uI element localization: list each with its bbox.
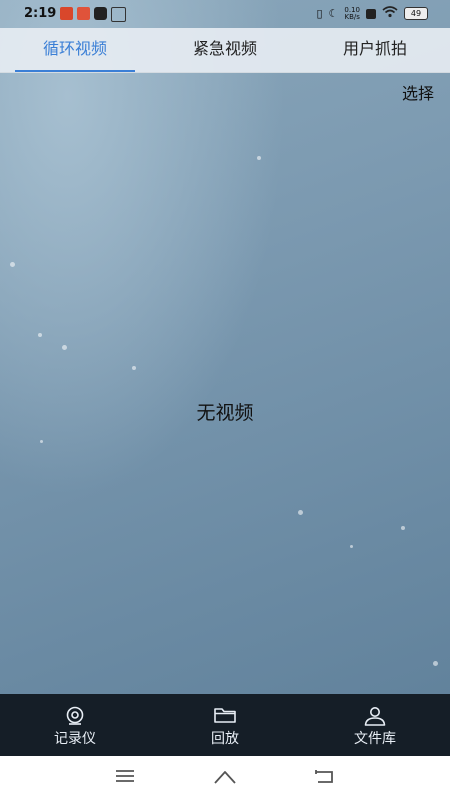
network-speed: 0.10 KB/s	[344, 6, 360, 21]
tab-user-snapshot[interactable]: 用户抓拍	[300, 28, 450, 72]
wifi-icon	[382, 6, 398, 21]
notification-icons	[60, 7, 126, 22]
home-icon[interactable]	[213, 768, 237, 790]
vibrate-icon: ▯	[316, 7, 323, 20]
tab-emergency-video[interactable]: 紧急视频	[150, 28, 300, 72]
particle	[38, 333, 42, 337]
select-button[interactable]: 选择	[402, 80, 434, 104]
status-bar: 2:19 ▯ ☾ 0.10 KB/s 49	[0, 0, 450, 28]
bottom-navigation: 记录仪 回放 文件库	[0, 694, 450, 756]
tiktok-icon	[111, 7, 126, 22]
battery-indicator: 49	[404, 7, 428, 20]
app-notification-icon	[77, 7, 90, 20]
tab-loop-video[interactable]: 循环视频	[0, 28, 150, 72]
nav-playback[interactable]: 回放	[150, 694, 300, 756]
sim-icon	[366, 8, 376, 19]
particle	[132, 366, 136, 370]
nav-file-library[interactable]: 文件库	[300, 694, 450, 756]
particle	[433, 661, 438, 666]
user-icon	[363, 706, 387, 730]
do-not-disturb-icon: ☾	[328, 7, 339, 20]
particle	[401, 526, 405, 530]
particle	[10, 262, 15, 267]
network-speed-unit: KB/s	[344, 12, 360, 21]
menu-icon[interactable]	[115, 768, 135, 788]
particle	[298, 510, 303, 515]
empty-state-message: 无视频	[196, 402, 254, 424]
youtube-icon	[94, 7, 107, 20]
video-tabs: 循环视频 紧急视频 用户抓拍	[0, 28, 450, 73]
status-time: 2:19	[24, 6, 57, 21]
app-notification-icon	[60, 7, 73, 20]
particle	[62, 345, 67, 350]
nav-recorder-label: 记录仪	[54, 731, 96, 747]
particle	[350, 545, 353, 548]
nav-playback-label: 回放	[211, 731, 239, 747]
particle	[40, 440, 43, 443]
particle	[257, 156, 261, 160]
status-right: ▯ ☾ 0.10 KB/s 49	[316, 6, 428, 21]
back-icon[interactable]	[313, 768, 335, 790]
folder-icon	[213, 706, 237, 728]
nav-recorder[interactable]: 记录仪	[0, 694, 150, 756]
system-navigation-bar	[0, 756, 450, 800]
nav-file-library-label: 文件库	[354, 731, 396, 747]
camera-icon	[64, 706, 86, 730]
